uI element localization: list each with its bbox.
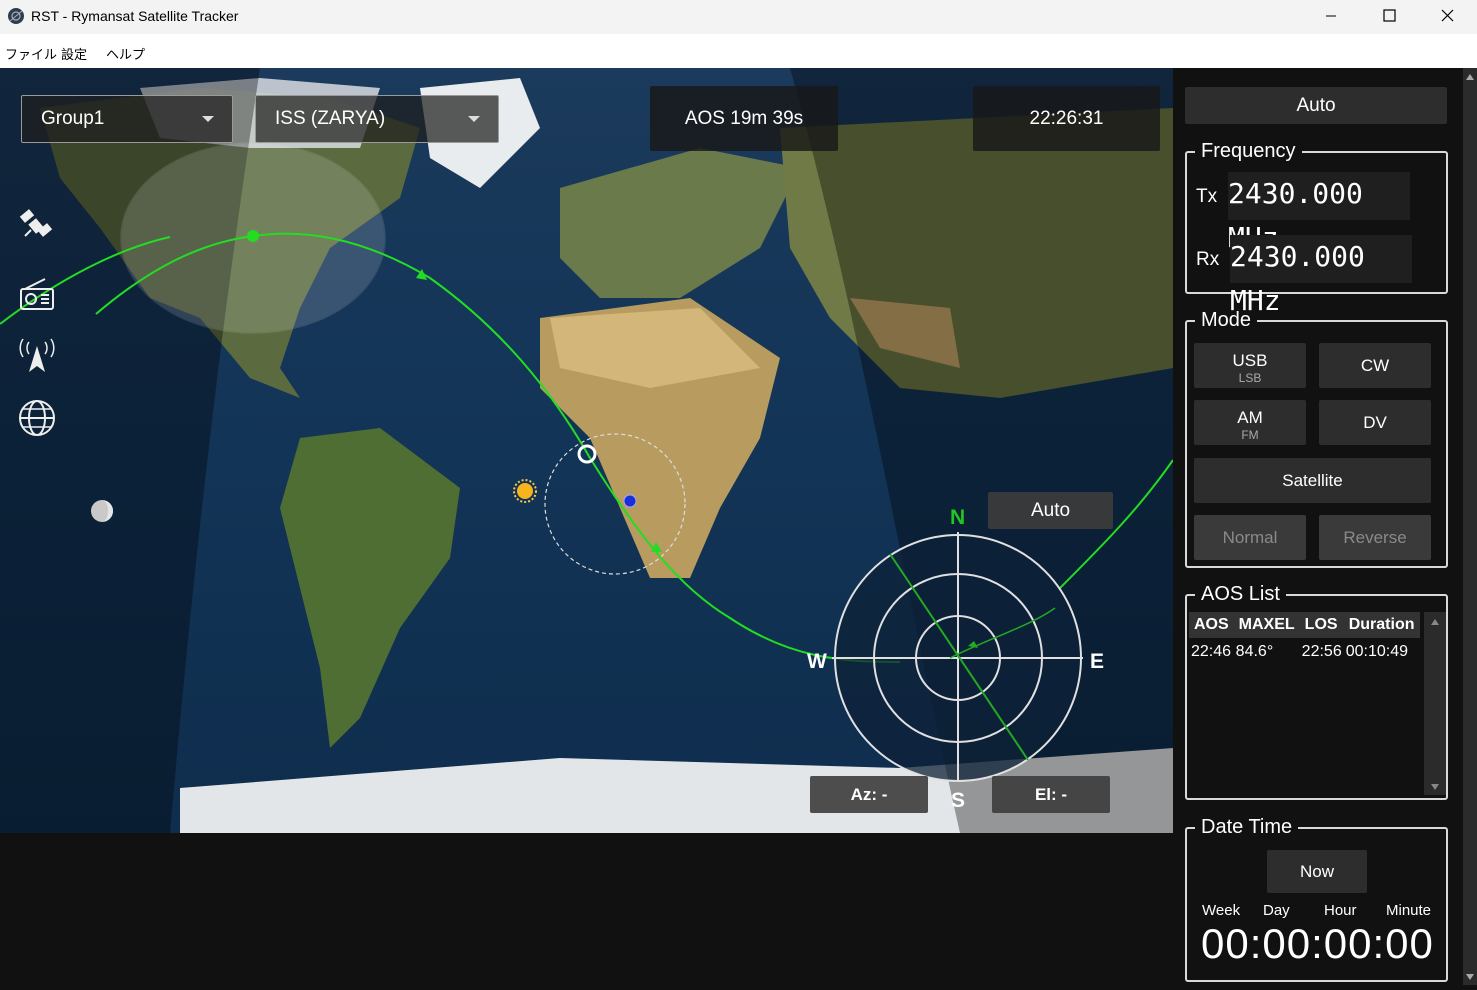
radar-east-label: E: [1090, 650, 1104, 673]
close-button[interactable]: [1418, 0, 1476, 34]
title-bar: RST - Rymansat Satellite Tracker: [0, 0, 1477, 34]
window-title: RST - Rymansat Satellite Tracker: [31, 8, 239, 24]
am-mode-button[interactable]: AM FM: [1194, 400, 1306, 445]
radar-north-label: N: [950, 506, 965, 529]
scrollbar-arrows-icon: [1431, 619, 1439, 790]
ground-station-marker: [623, 494, 637, 508]
now-button[interactable]: Now: [1267, 850, 1367, 893]
tracking-auto-button[interactable]: Auto: [1185, 87, 1447, 124]
menu-settings[interactable]: 設定: [61, 44, 87, 63]
menu-bar: ファイル 設定 ヘルプ: [0, 34, 1477, 68]
aos-cell: 22:46: [1191, 643, 1232, 660]
menu-help[interactable]: ヘルプ: [106, 44, 145, 63]
aos-table: AOS MAXEL LOS Duration 22:46 84.6° 22:56…: [1189, 612, 1420, 663]
week-label: Week: [1202, 902, 1241, 919]
am-label: AM: [1237, 408, 1263, 427]
satellite-select[interactable]: ISS (ZARYA): [255, 95, 499, 143]
rx-label: Rx: [1196, 249, 1220, 270]
usb-mode-button[interactable]: USB LSB: [1194, 343, 1306, 388]
tx-label: Tx: [1196, 186, 1218, 207]
satellite-select-value: ISS (ZARYA): [275, 108, 386, 129]
frequency-legend: Frequency: [1201, 140, 1296, 162]
group-select[interactable]: Group1: [21, 95, 233, 143]
aos-list-legend: AOS List: [1201, 583, 1280, 605]
polar-radar: N S E W: [807, 506, 1104, 808]
aos-column-header[interactable]: AOS: [1189, 612, 1234, 638]
app-icon: [8, 8, 24, 24]
aos-list-scrollbar[interactable]: [1424, 612, 1446, 795]
mode-legend: Mode: [1201, 309, 1252, 331]
panel-scrollbar[interactable]: [1463, 68, 1477, 985]
los-cell: 22:56: [1301, 643, 1342, 660]
lsb-sublabel: LSB: [1238, 371, 1262, 385]
radar-west-label: W: [807, 650, 827, 673]
datetime-legend: Date Time: [1201, 816, 1293, 838]
antenna-icon[interactable]: [17, 336, 57, 376]
maxel-cell: 84.6°: [1235, 643, 1274, 660]
duration-column-header[interactable]: Duration: [1343, 612, 1420, 638]
usb-label: USB: [1232, 351, 1268, 370]
close-icon: [1441, 9, 1454, 22]
day-label: Day: [1263, 902, 1290, 919]
tx-frequency-field[interactable]: 2430.000 MHz: [1228, 172, 1410, 254]
menu-file[interactable]: ファイル: [5, 44, 57, 63]
minimize-button[interactable]: [1302, 0, 1360, 34]
chevron-down-icon: [468, 116, 480, 122]
satellite-mode-button[interactable]: Satellite: [1194, 458, 1431, 503]
cw-mode-button[interactable]: CW: [1319, 343, 1431, 388]
minute-label: Minute: [1386, 902, 1432, 919]
maxel-column-header[interactable]: MAXEL: [1233, 612, 1300, 638]
chevron-down-icon: [202, 116, 214, 122]
scrollbar-arrows-icon: [1466, 74, 1474, 980]
rx-frequency-field[interactable]: 2430.000 MHz: [1230, 235, 1412, 317]
table-row[interactable]: 22:46 84.6° 22:56 00:10:49: [1189, 638, 1420, 663]
elevation-readout: El: -: [992, 776, 1110, 813]
aos-table-header: AOS MAXEL LOS Duration: [1189, 612, 1420, 638]
aos-countdown: AOS 19m 39s: [650, 86, 838, 151]
duration-cell: 00:10:49: [1345, 643, 1408, 660]
satellite-position-marker[interactable]: [247, 230, 259, 242]
clock-display: 22:26:31: [973, 86, 1160, 151]
maximize-button[interactable]: [1360, 0, 1418, 34]
world-map[interactable]: Group1 ISS (ZARYA) AOS 19m 39s 22:26:31 …: [0, 68, 1173, 833]
reverse-mode-button[interactable]: Reverse: [1319, 515, 1431, 560]
azimuth-readout: Az: -: [810, 776, 928, 813]
hour-label: Hour: [1324, 902, 1357, 919]
radio-icon[interactable]: [17, 276, 57, 316]
globe-icon[interactable]: [17, 398, 57, 438]
minimize-icon: [1326, 15, 1336, 17]
fm-sublabel: FM: [1241, 428, 1259, 442]
dv-mode-button[interactable]: DV: [1319, 400, 1431, 445]
maximize-icon: [1383, 9, 1396, 22]
group-select-value: Group1: [41, 108, 105, 129]
normal-mode-button[interactable]: Normal: [1194, 515, 1306, 560]
los-column-header[interactable]: LOS: [1299, 612, 1344, 638]
radar-south-label: S: [951, 789, 965, 808]
datetime-offset-value[interactable]: 00:00:00:00: [1201, 920, 1434, 968]
satellite-icon[interactable]: [17, 208, 57, 248]
